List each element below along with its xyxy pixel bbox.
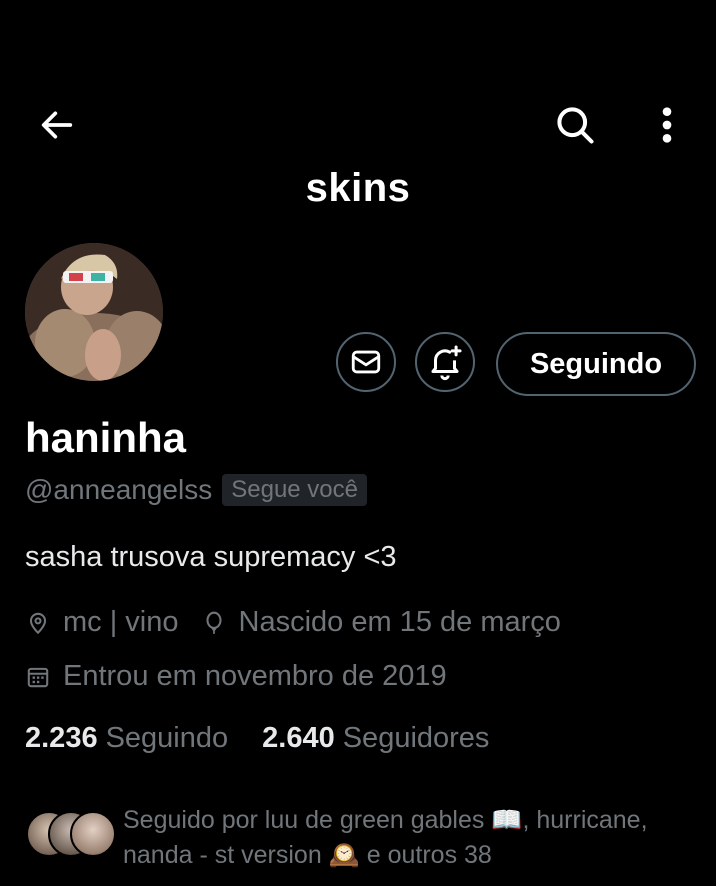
calendar-icon [27,667,49,687]
follow-counts: 2.236 Seguindo 2.640 Seguidores [25,722,523,755]
search-button[interactable] [548,98,602,152]
back-button[interactable] [32,100,82,150]
followers-count-link[interactable]: 2.640 Seguidores [262,722,489,755]
arrow-left-icon [41,111,73,139]
following-count: 2.236 [25,722,98,754]
location-pin-icon [29,612,47,634]
mutual-avatar [70,811,116,857]
avatar-image [25,243,163,381]
more-options-button[interactable] [644,98,690,152]
bell-plus-icon [431,345,462,381]
location-text: mc | vino [63,606,179,638]
followers-count: 2.640 [262,722,335,754]
followers-you-know[interactable]: Seguido por luu de green gables 📖, hurri… [20,803,710,873]
birthday-item: Nascido em 15 de março [201,606,561,639]
location-item: mc | vino [25,606,179,639]
balloon-icon [205,611,222,634]
following-label: Seguindo [105,722,229,754]
handle-row: @anneangelss Segue você [25,474,367,506]
profile-meta-row: mc | vino Nascido em 15 de março [25,606,583,639]
avatar[interactable] [25,243,163,381]
envelope-icon [351,350,381,374]
following-button[interactable]: Seguindo [496,332,696,396]
user-handle: @anneangelss [25,474,213,505]
followers-label: Seguidores [342,722,490,754]
mutual-avatars [20,811,116,863]
message-button[interactable] [336,332,396,392]
top-bar: skins [0,0,716,240]
page-title: skins [305,166,411,210]
notifications-button[interactable] [415,332,475,392]
more-vertical-icon [662,107,672,143]
following-count-link[interactable]: 2.236 Seguindo [25,722,228,755]
search-icon [557,107,594,144]
display-name: haninha [25,414,187,461]
joined-item: Entrou em novembro de 2019 [25,660,447,693]
bio: sasha trusova supremacy <3 [25,541,397,573]
birthday-text: Nascido em 15 de março [238,606,561,638]
joined-row: Entrou em novembro de 2019 [25,660,469,693]
follows-you-badge: Segue você [222,474,367,506]
joined-text: Entrou em novembro de 2019 [63,660,447,692]
followers-you-know-text: Seguido por luu de green gables 📖, hurri… [123,806,648,869]
